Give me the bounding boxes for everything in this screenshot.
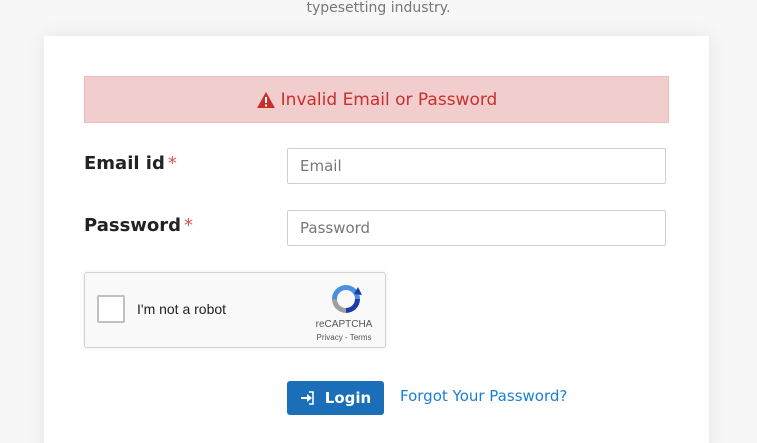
intro-text: typesetting industry. (306, 0, 451, 16)
forgot-password-link[interactable]: Forgot Your Password? (400, 387, 567, 405)
recaptcha-checkbox[interactable] (97, 295, 125, 323)
error-alert: Invalid Email or Password (84, 76, 669, 123)
recaptcha-icon (332, 285, 362, 313)
password-required-mark: * (184, 215, 194, 236)
email-label: Email id * (84, 153, 177, 174)
email-required-mark: * (167, 153, 177, 174)
login-button[interactable]: Login (287, 381, 384, 415)
password-field[interactable] (287, 210, 666, 246)
sign-in-icon (300, 391, 314, 405)
email-label-text: Email id (84, 153, 165, 174)
login-card: Invalid Email or Password Email id* Pass… (44, 36, 709, 443)
error-alert-message: Invalid Email or Password (280, 89, 498, 110)
warning-icon (256, 91, 275, 108)
recaptcha-widget: I'm not a robot reCAPTCHA Privacy - Term… (84, 272, 386, 348)
password-label: Password * (84, 215, 193, 236)
recaptcha-label: I'm not a robot (137, 301, 227, 317)
login-button-label: Login (324, 389, 372, 407)
email-field[interactable] (287, 148, 666, 184)
password-label-text: Password (84, 215, 182, 236)
recaptcha-brand: reCAPTCHA (315, 319, 373, 330)
login-page: typesetting industry. Invalid Email or P… (0, 0, 757, 443)
recaptcha-terms[interactable]: Privacy - Terms (309, 333, 379, 342)
